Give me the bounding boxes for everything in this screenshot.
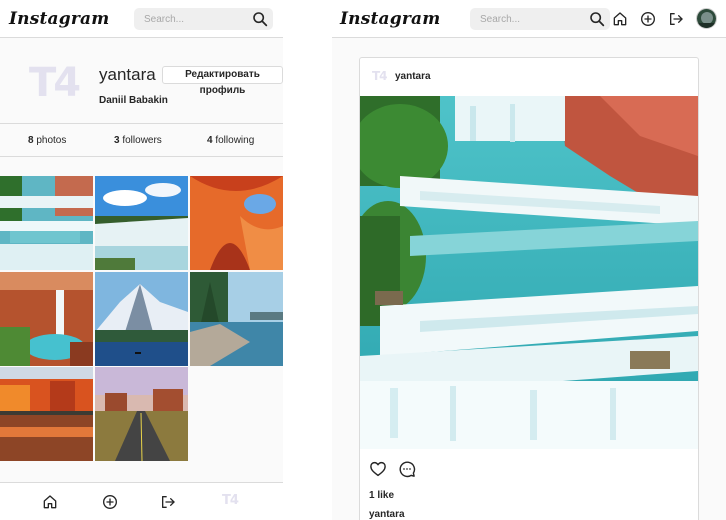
photo-grid [0, 176, 283, 461]
photos-stat[interactable]: 8 photos [28, 135, 66, 146]
like-heart-icon[interactable] [369, 460, 387, 478]
following-stat[interactable]: 4 following [207, 135, 254, 146]
mobile-profile-view: Instagram T4 yantara Редактировать профи… [0, 0, 283, 520]
search-icon[interactable] [589, 11, 605, 27]
profile-header: T4 yantara Редактировать профиль Daniil … [0, 38, 283, 123]
mobile-bottom-nav: T4 [0, 482, 283, 520]
post-author-username[interactable]: yantara [395, 71, 431, 82]
grid-photo[interactable] [95, 367, 188, 461]
followers-count: 3 [114, 135, 120, 146]
grid-photo[interactable] [190, 176, 283, 270]
post-card: T4 yantara 1 like yantara [359, 57, 699, 520]
grid-photo[interactable] [95, 272, 188, 366]
home-icon[interactable] [612, 11, 628, 27]
desktop-header: Instagram [332, 0, 726, 38]
comment-icon[interactable] [398, 460, 416, 478]
add-post-icon[interactable] [640, 11, 656, 27]
following-label: following [215, 135, 255, 146]
post-image[interactable] [360, 96, 698, 449]
search-box [134, 8, 273, 30]
home-icon[interactable] [42, 494, 58, 510]
desktop-post-view: Instagram T4 yantara [332, 0, 726, 520]
likes-count[interactable]: 1 like [369, 490, 394, 501]
profile-stats: 8 photos 3 followers 4 following [0, 123, 283, 157]
photos-count: 8 [28, 135, 34, 146]
following-count: 4 [207, 135, 213, 146]
add-post-icon[interactable] [102, 494, 118, 510]
instagram-logo[interactable]: Instagram [9, 9, 109, 29]
followers-label: followers [122, 135, 162, 146]
profile-username: yantara [99, 65, 156, 84]
post-header: T4 yantara [360, 58, 698, 96]
logout-icon[interactable] [160, 494, 176, 510]
user-avatar[interactable] [696, 8, 717, 29]
instagram-logo[interactable]: Instagram [340, 9, 440, 29]
search-input[interactable] [470, 8, 586, 30]
caption-username[interactable]: yantara [369, 509, 405, 520]
edit-profile-button[interactable]: Редактировать профиль [162, 66, 283, 96]
followers-stat[interactable]: 3 followers [114, 135, 162, 146]
grid-photo[interactable] [0, 176, 93, 270]
post-author-avatar[interactable]: T4 [372, 69, 388, 83]
logout-icon[interactable] [668, 11, 684, 27]
profile-full-name: Daniil Babakin [99, 95, 168, 106]
search-box [470, 8, 610, 30]
grid-photo[interactable] [95, 176, 188, 270]
grid-photo[interactable] [190, 272, 283, 366]
profile-nav-avatar[interactable]: T4 [222, 493, 239, 508]
profile-avatar[interactable]: T4 [29, 60, 81, 106]
photos-label: photos [36, 135, 67, 146]
search-icon[interactable] [252, 11, 268, 27]
grid-photo[interactable] [0, 272, 93, 366]
mobile-header: Instagram [0, 0, 283, 38]
search-input[interactable] [134, 8, 249, 30]
grid-photo[interactable] [0, 367, 93, 461]
